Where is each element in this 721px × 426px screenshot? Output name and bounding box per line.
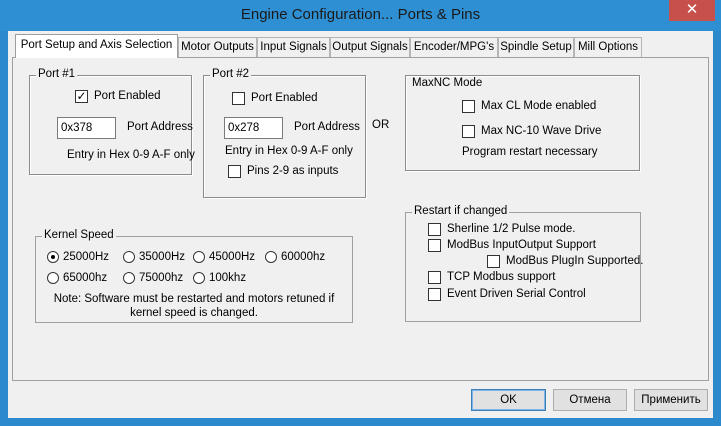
kernel-option-25000: 25000Hz — [63, 251, 110, 263]
tcp-modbus-checkbox[interactable] — [428, 271, 441, 284]
window-title: Engine Configuration... Ports & Pins — [240, 6, 481, 23]
tab-spindle-setup[interactable]: Spindle Setup — [498, 37, 574, 57]
port2-pins-checkbox[interactable] — [228, 165, 241, 178]
kernel-radio-45000[interactable] — [193, 251, 205, 263]
port1-address-label: Port Address — [127, 121, 193, 133]
port1-title: Port #1 — [36, 68, 78, 80]
kernel-speed-title: Kernel Speed — [42, 229, 116, 241]
maxnc-restart-note: Program restart necessary — [462, 146, 598, 158]
modbus-io-checkbox[interactable] — [428, 239, 441, 252]
port2-enabled-checkbox[interactable] — [232, 92, 245, 105]
tab-port-setup[interactable]: Port Setup and Axis Selection — [15, 34, 178, 58]
event-serial-label: Event Driven Serial Control — [447, 288, 586, 300]
tab-mill-options[interactable]: Mill Options — [574, 37, 642, 57]
tab-input-signals[interactable]: Input Signals — [257, 37, 330, 57]
tab-encoder-mpg[interactable]: Encoder/MPG's — [410, 37, 498, 57]
kernel-option-45000: 45000Hz — [209, 251, 256, 263]
modbus-plugin-label: ModBus PlugIn Supported. — [506, 255, 644, 267]
event-serial-checkbox[interactable] — [428, 288, 441, 301]
maxnc-title: MaxNC Mode — [410, 77, 485, 89]
tcp-modbus-label: TCP Modbus support — [447, 271, 556, 283]
tab-strip: Port Setup and Axis Selection Motor Outp… — [8, 31, 713, 58]
kernel-option-60000: 60000hz — [281, 251, 326, 263]
cancel-button[interactable]: Отмена — [553, 389, 627, 411]
kernel-radio-100k[interactable] — [193, 272, 205, 284]
kernel-option-35000: 35000Hz — [139, 251, 186, 263]
port2-hint: Entry in Hex 0-9 A-F only — [225, 145, 353, 157]
port2-address-input[interactable]: 0x278 — [224, 117, 283, 139]
kernel-option-65000: 65000hz — [63, 272, 108, 284]
kernel-note-line2: kernel speed is changed. — [130, 307, 258, 319]
sherline-checkbox[interactable] — [428, 223, 441, 236]
close-icon: ✕ — [685, 1, 699, 18]
kernel-radio-75000[interactable] — [123, 272, 135, 284]
port2-group: Port #2 Port Enabled 0x278 Port Address … — [203, 68, 366, 198]
kernel-radio-35000[interactable] — [123, 251, 135, 263]
kernel-option-75000: 75000hz — [139, 272, 184, 284]
tab-panel: Port #1 ✓ Port Enabled 0x378 Port Addres… — [12, 57, 709, 381]
kernel-note-line1: Note: Software must be restarted and mot… — [53, 293, 335, 305]
ok-button[interactable]: OK — [471, 389, 546, 411]
kernel-radio-65000[interactable] — [47, 272, 59, 284]
dialog-client: Port Setup and Axis Selection Motor Outp… — [8, 31, 713, 418]
port2-pins-label: Pins 2-9 as inputs — [247, 165, 339, 177]
kernel-speed-group: Kernel Speed 25000Hz 35000Hz 45000Hz 600… — [35, 229, 353, 323]
max-nc10-checkbox[interactable] — [462, 125, 475, 138]
apply-button[interactable]: Применить — [634, 389, 708, 411]
kernel-option-100k: 100khz — [209, 272, 247, 284]
sherline-label: Sherline 1/2 Pulse mode. — [447, 223, 576, 235]
port1-group: Port #1 ✓ Port Enabled 0x378 Port Addres… — [29, 68, 195, 175]
tab-motor-outputs[interactable]: Motor Outputs — [178, 37, 257, 57]
port2-title: Port #2 — [210, 68, 252, 80]
max-cl-checkbox[interactable] — [462, 100, 475, 113]
kernel-radio-60000[interactable] — [265, 251, 277, 263]
kernel-radio-25000[interactable] — [47, 251, 59, 263]
restart-title: Restart if changed — [412, 205, 510, 217]
max-cl-label: Max CL Mode enabled — [481, 100, 597, 112]
or-label: OR — [372, 119, 390, 131]
maxnc-group: MaxNC Mode Max CL Mode enabled Max NC-10… — [405, 75, 640, 171]
close-button[interactable]: ✕ — [669, 0, 715, 21]
port1-address-input[interactable]: 0x378 — [57, 117, 116, 139]
port1-enabled-label: Port Enabled — [94, 90, 161, 102]
port1-enabled-checkbox[interactable]: ✓ — [75, 90, 88, 103]
tab-output-signals[interactable]: Output Signals — [330, 37, 410, 57]
modbus-plugin-checkbox[interactable] — [487, 255, 500, 268]
port2-address-label: Port Address — [294, 121, 360, 133]
modbus-io-label: ModBus InputOutput Support — [447, 239, 596, 251]
config-window: Engine Configuration... Ports & Pins ✕ P… — [0, 0, 721, 426]
port2-enabled-label: Port Enabled — [251, 92, 318, 104]
restart-group: Restart if changed Sherline 1/2 Pulse mo… — [405, 205, 644, 322]
port1-hint: Entry in Hex 0-9 A-F only — [67, 149, 195, 161]
title-bar[interactable]: Engine Configuration... Ports & Pins ✕ — [0, 0, 721, 31]
max-nc10-label: Max NC-10 Wave Drive — [481, 125, 602, 137]
